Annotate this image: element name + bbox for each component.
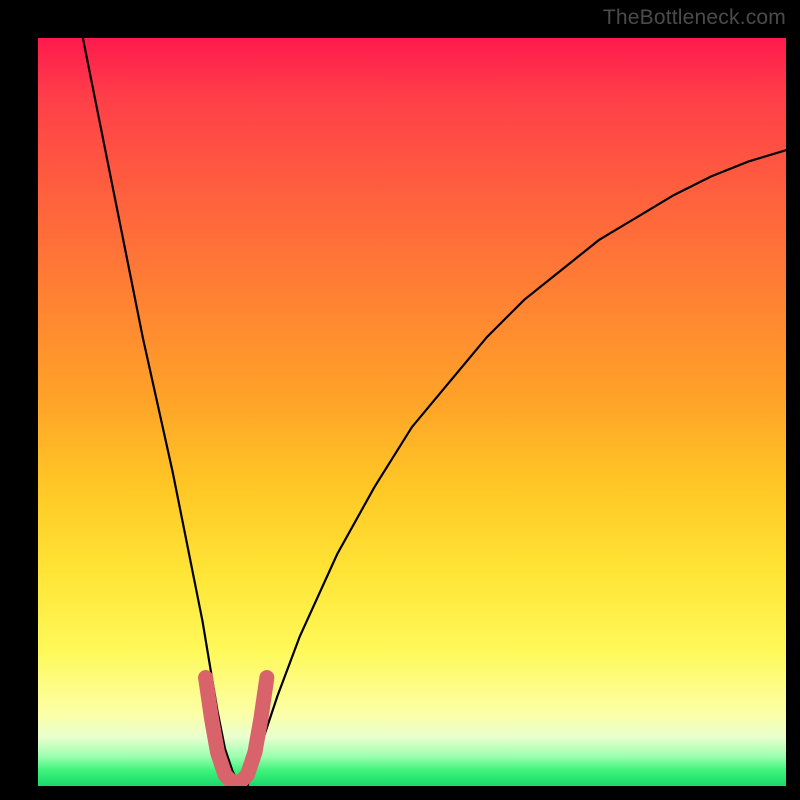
- chart-svg: [38, 38, 786, 786]
- chart-frame: TheBottleneck.com: [0, 0, 800, 800]
- watermark-text: TheBottleneck.com: [603, 6, 786, 30]
- optimal-zone-marker: [206, 678, 267, 783]
- plot-area: [38, 38, 786, 786]
- bottleneck-curve: [83, 38, 786, 786]
